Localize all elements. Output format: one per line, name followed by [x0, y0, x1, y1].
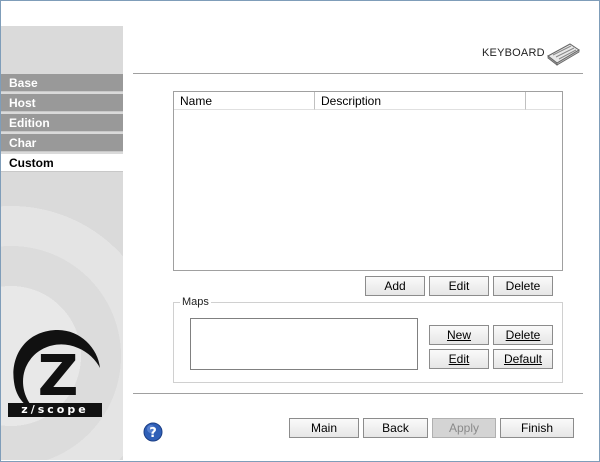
sidebar-item-custom[interactable]: Custom: [1, 154, 123, 172]
add-button[interactable]: Add: [365, 276, 425, 296]
main-button[interactable]: Main: [289, 418, 359, 438]
column-header-name[interactable]: Name: [174, 92, 315, 110]
maps-delete-button[interactable]: Delete: [493, 325, 553, 345]
back-button[interactable]: Back: [363, 418, 428, 438]
maps-default-button[interactable]: Default: [493, 349, 553, 369]
finish-button[interactable]: Finish: [500, 418, 574, 438]
column-header-description[interactable]: Description: [315, 92, 526, 110]
sidebar-item-host[interactable]: Host: [1, 94, 123, 112]
keyboard-icon: [547, 43, 580, 66]
keyboard-list[interactable]: Name Description: [173, 91, 563, 271]
page-title: KEYBOARD: [482, 47, 545, 59]
maps-edit-label: Edit: [448, 352, 470, 366]
sidebar-item-char[interactable]: Char: [1, 134, 123, 152]
logo-wordmark: z/scope: [8, 403, 102, 417]
svg-text:Z: Z: [38, 344, 79, 409]
header-divider: [133, 73, 583, 75]
apply-button[interactable]: Apply: [432, 418, 496, 438]
maps-new-label: New: [446, 328, 471, 342]
zscope-logo: Z: [13, 330, 101, 412]
maps-new-button[interactable]: New: [429, 325, 489, 345]
svg-text:?: ?: [149, 426, 157, 441]
sidebar-item-base[interactable]: Base: [1, 74, 123, 92]
sidebar-item-edition[interactable]: Edition: [1, 114, 123, 132]
footer-divider: [133, 393, 583, 395]
edit-button[interactable]: Edit: [429, 276, 489, 296]
column-header-filler: [526, 92, 562, 110]
delete-button[interactable]: Delete: [493, 276, 553, 296]
help-icon[interactable]: ?: [143, 422, 163, 442]
maps-edit-button[interactable]: Edit: [429, 349, 489, 369]
maps-delete-label: Delete: [505, 328, 541, 342]
maps-default-label: Default: [503, 352, 543, 366]
maps-list[interactable]: [190, 318, 418, 370]
maps-group-label: Maps: [180, 296, 211, 308]
